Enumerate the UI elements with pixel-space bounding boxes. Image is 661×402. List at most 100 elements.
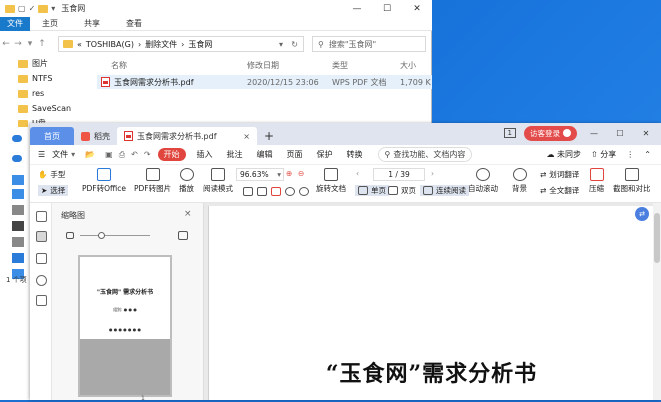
folder-open-icon[interactable]: 📂 <box>78 150 102 159</box>
full-translate-button[interactable]: ⇄ 全文翻译 <box>540 185 579 196</box>
thumbnail-icon[interactable] <box>36 231 47 242</box>
pdf-to-image-button[interactable]: PDF转图片 <box>134 168 171 194</box>
fit-width-icon[interactable] <box>257 187 267 196</box>
breadcrumb-drive[interactable]: TOSHIBA(G) <box>86 40 134 49</box>
page-number-input[interactable]: 1 / 39 <box>373 168 425 181</box>
chevron-down-icon[interactable]: ▾ <box>68 150 78 159</box>
nav-item-ntfs[interactable]: NTFS <box>0 71 92 86</box>
properties-icon[interactable]: ▢ <box>18 4 26 13</box>
column-type[interactable]: 类型 <box>332 60 400 71</box>
zoom-in-icon[interactable]: ⊕ <box>286 169 292 178</box>
zoom-select[interactable]: 96.63% ▾ <box>236 168 284 181</box>
tab-close-icon[interactable]: × <box>243 132 250 141</box>
ribbon-tab-home[interactable]: 主页 <box>42 18 72 29</box>
rotate-document-button[interactable]: 旋转文档 <box>316 168 346 194</box>
recent-dropdown[interactable]: ▾ <box>24 39 36 49</box>
comment-icon[interactable] <box>36 253 47 264</box>
collapse-ribbon-icon[interactable]: ⌃ <box>644 150 651 159</box>
play-button[interactable]: 播放 <box>179 168 194 194</box>
file-row[interactable]: 玉食网需求分析书.pdf 2020/12/15 23:06 WPS PDF 文档… <box>97 75 432 89</box>
breadcrumb-current[interactable]: 玉食网 <box>188 39 212 50</box>
search-input[interactable]: ⚲ 搜索"玉食网" <box>312 36 426 52</box>
menu-start[interactable]: 开始 <box>157 148 186 161</box>
menu-protect[interactable]: 保护 <box>310 149 340 160</box>
ribbon-tab-view[interactable]: 查看 <box>126 18 156 29</box>
minimize-button[interactable]: — <box>585 129 603 138</box>
print-icon[interactable]: ⎙ <box>116 150 128 160</box>
nav-item-res[interactable]: res <box>0 86 92 101</box>
sync-status[interactable]: ☁ 未同步 <box>547 149 582 160</box>
menu-page[interactable]: 页面 <box>280 149 310 160</box>
maximize-button[interactable]: ☐ <box>372 0 402 17</box>
more-icon[interactable]: ⋮ <box>626 150 634 159</box>
compress-button[interactable]: 压缩 <box>589 168 604 194</box>
new-folder-icon[interactable] <box>38 4 49 13</box>
nav-item-savescan[interactable]: SaveScan <box>0 101 92 116</box>
nav-item-pictures[interactable]: 图片 <box>0 56 92 71</box>
breadcrumb-deleted-files[interactable]: 删除文件 <box>145 39 177 50</box>
breadcrumb-overflow[interactable]: « <box>77 40 82 49</box>
maximize-button[interactable]: ☐ <box>611 129 629 138</box>
ribbon-tab-share[interactable]: 共享 <box>84 18 114 29</box>
vertical-scrollbar[interactable] <box>653 203 661 400</box>
save-icon[interactable]: ▣ <box>102 150 116 159</box>
fit-page-icon[interactable] <box>243 187 253 196</box>
read-mode-button[interactable]: 阅读模式 <box>203 168 233 194</box>
refresh-icon[interactable]: ↻ <box>291 40 298 49</box>
close-button[interactable]: ✕ <box>637 129 655 138</box>
actual-size-icon[interactable] <box>271 187 281 196</box>
share-button[interactable]: ⇧ 分享 <box>591 149 616 160</box>
file-tab[interactable]: 文件 <box>0 16 30 31</box>
menu-convert[interactable]: 转换 <box>340 149 370 160</box>
guest-login-button[interactable]: 访客登录 <box>524 125 577 141</box>
address-box[interactable]: « TOSHIBA(G) › 删除文件 › 玉食网 ▾ ↻ <box>58 36 304 52</box>
floating-tool-button[interactable]: ⇄ <box>635 207 649 221</box>
menu-insert[interactable]: 插入 <box>190 149 220 160</box>
close-button[interactable]: ✕ <box>402 0 432 17</box>
menu-edit[interactable]: 编辑 <box>250 149 280 160</box>
previous-page-icon[interactable]: ‹ <box>356 169 359 178</box>
undo-icon[interactable]: ↶ <box>128 150 141 159</box>
column-date[interactable]: 修改日期 <box>247 60 332 71</box>
word-translate-button[interactable]: ⇄ 划词翻译 <box>540 169 579 180</box>
auto-scroll-button[interactable]: 自动滚动 <box>468 168 498 194</box>
tab-document[interactable]: 玉食网需求分析书.pdf × <box>117 127 257 145</box>
up-button[interactable]: ↑ <box>36 39 48 49</box>
hand-tool-button[interactable]: ✋ 手型 <box>38 169 65 180</box>
tab-home[interactable]: 首页 <box>30 127 74 145</box>
address-dropdown-icon[interactable]: ▾ <box>279 40 283 49</box>
double-page-button[interactable]: 双页 <box>388 185 416 196</box>
minimize-button[interactable]: — <box>342 0 372 17</box>
menu-annotate[interactable]: 批注 <box>220 149 250 160</box>
slider-handle[interactable] <box>98 231 105 239</box>
single-page-button[interactable]: 单页 <box>355 185 389 196</box>
forward-button[interactable]: → <box>12 39 24 49</box>
next-page-icon[interactable]: › <box>431 169 434 178</box>
pdf-to-office-button[interactable]: PDF转Office <box>82 168 126 194</box>
screenshot-compare-button[interactable]: 截图和对比 <box>613 168 651 194</box>
column-name[interactable]: 名称 <box>97 60 247 71</box>
rotate-right-icon[interactable] <box>299 187 309 196</box>
window-count-badge[interactable]: 1 <box>503 128 516 138</box>
page-thumbnail[interactable]: "玉食网" 需求分析书 组别: ● ● ● ● ● ● ● ● ● ● <box>78 255 172 397</box>
attachment-icon[interactable] <box>36 275 47 286</box>
chevron-down-icon[interactable]: ▾ <box>51 4 55 13</box>
background-button[interactable]: 背景 <box>512 168 527 194</box>
continuous-read-button[interactable]: 连续阅读 <box>420 185 469 196</box>
scrollbar-thumb[interactable] <box>654 213 660 263</box>
select-tool-button[interactable]: ➤ 选择 <box>38 185 69 196</box>
thumbnail-size-slider[interactable] <box>66 230 188 240</box>
hamburger-icon[interactable]: ☰ <box>30 150 52 159</box>
column-size[interactable]: 大小 <box>400 60 416 71</box>
tab-docer[interactable]: 稻壳 <box>74 127 117 145</box>
file-menu[interactable]: 文件 <box>52 149 68 160</box>
close-icon[interactable]: × <box>184 209 192 219</box>
checkmark-icon[interactable]: ✓ <box>29 4 36 13</box>
signature-icon[interactable] <box>36 295 47 306</box>
rotate-left-icon[interactable] <box>285 187 295 196</box>
back-button[interactable]: ← <box>0 39 12 49</box>
feature-search-input[interactable]: ⚲ 查找功能、文档内容 <box>377 147 473 162</box>
new-tab-button[interactable]: + <box>257 127 281 145</box>
zoom-out-icon[interactable]: ⊖ <box>298 169 304 178</box>
bookmark-icon[interactable] <box>36 211 47 222</box>
